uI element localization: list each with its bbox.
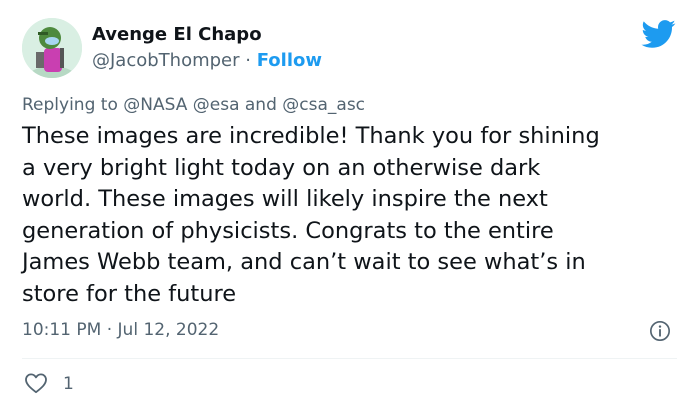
mention-nasa[interactable]: @NASA [123, 95, 187, 115]
author-name[interactable]: Avenge El Chapo [92, 24, 262, 45]
avatar[interactable] [22, 18, 82, 78]
tweet-text-line: world. These images will likely inspire … [22, 186, 548, 213]
mention-esa[interactable]: @esa [193, 95, 240, 115]
avatar-image [22, 18, 82, 78]
twitter-bird-icon[interactable] [640, 16, 676, 52]
tweet-text-line: a very bright light today on an otherwis… [22, 154, 541, 181]
tweet-timestamp[interactable]: 10:11 PM · Jul 12, 2022 [22, 320, 219, 340]
tweet-text-line: store for the future [22, 280, 237, 307]
tweet-text-line: James Webb team, and can’t wait to see w… [22, 249, 586, 276]
mention-csa[interactable]: @csa_asc [282, 95, 365, 115]
heart-icon[interactable] [24, 372, 48, 394]
tweet-text-line: These images are incredible! Thank you f… [22, 123, 600, 149]
divider [22, 358, 677, 359]
tweet-text: These images are incredible! Thank you f… [22, 121, 672, 311]
follow-button[interactable]: Follow [257, 50, 322, 71]
info-icon[interactable] [649, 320, 671, 342]
tweet-text-line: generation of physicists. Congrats to th… [22, 217, 554, 244]
like-count: 1 [63, 374, 74, 394]
author-handle-line: @JacobThomper · Follow [92, 50, 322, 71]
tweet-card: Avenge El Chapo @JacobThomper · Follow R… [0, 0, 700, 410]
replying-conjunction: and [244, 95, 277, 115]
replying-to: Replying to @NASA @esa and @csa_asc [22, 95, 365, 115]
replying-prefix: Replying to [22, 95, 118, 115]
separator-dot: · [245, 50, 251, 71]
author-handle[interactable]: @JacobThomper [92, 50, 240, 71]
